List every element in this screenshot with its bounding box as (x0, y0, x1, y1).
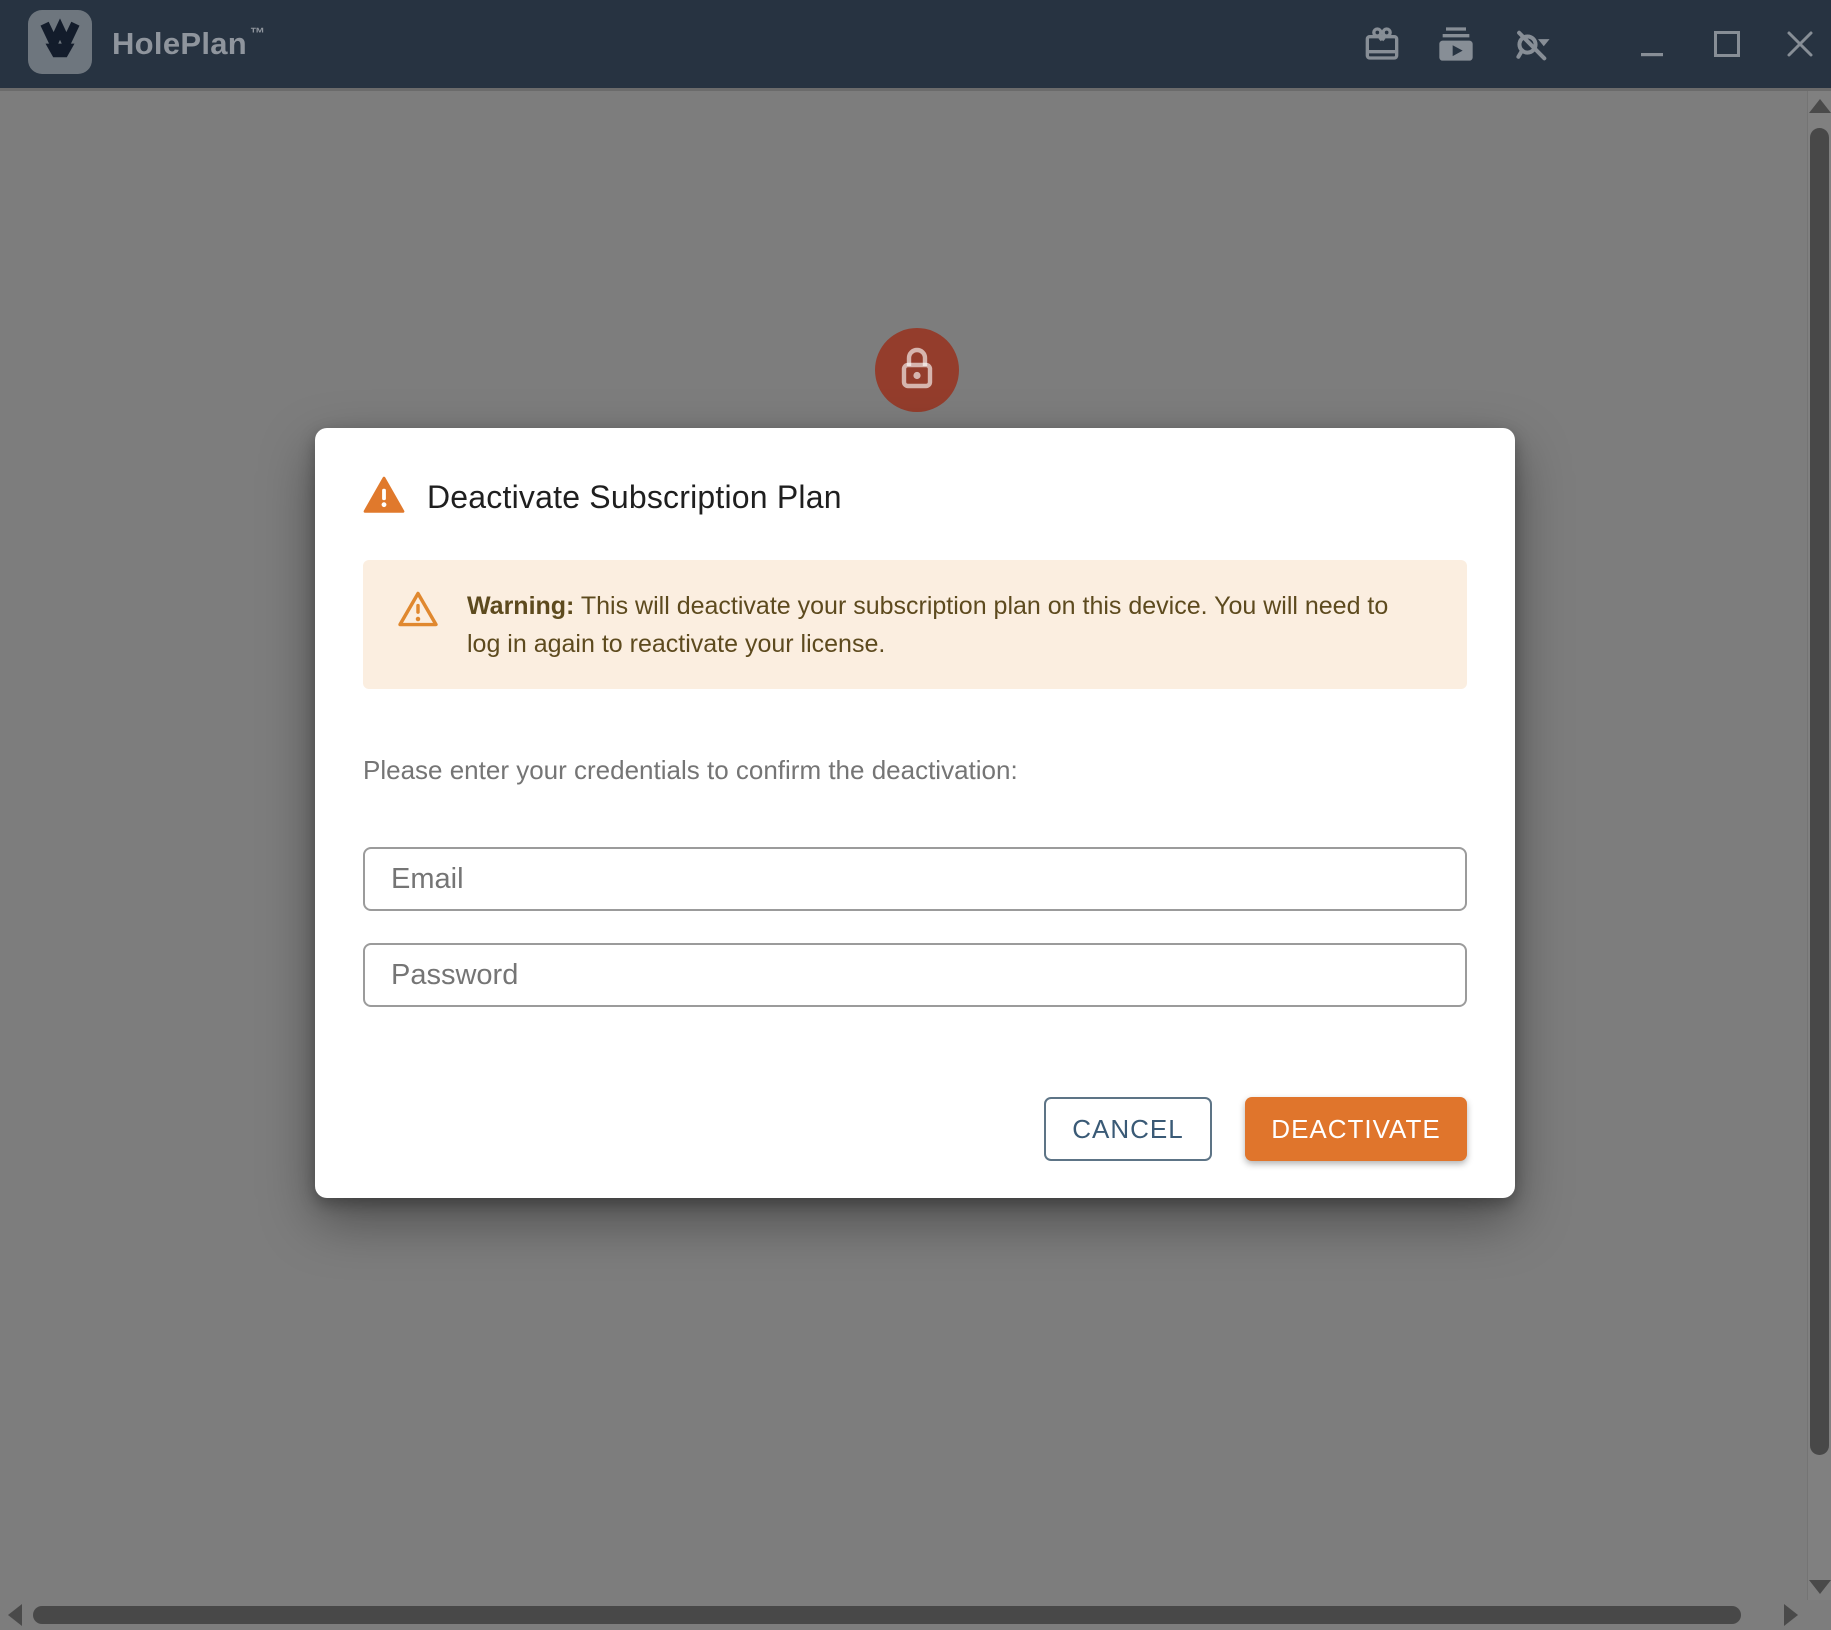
dialog-title-row: Deactivate Subscription Plan (363, 472, 1467, 522)
maximize-icon (1712, 29, 1742, 59)
v-scroll-thumb[interactable] (1810, 128, 1829, 1455)
warning-triangle-icon (363, 476, 405, 519)
close-icon (1785, 29, 1815, 59)
app-window: HolePlan™ (0, 0, 1831, 1630)
app-title-text: HolePlan (112, 26, 247, 62)
v-scroll-down-arrow[interactable] (1809, 1580, 1831, 1594)
app-logo (28, 10, 92, 74)
warning-bold-label: Warning: (467, 592, 574, 620)
dialog-title: Deactivate Subscription Plan (427, 479, 842, 516)
h-scroll-left-arrow[interactable] (8, 1604, 22, 1626)
v-scroll-up-arrow[interactable] (1809, 99, 1831, 113)
gift-icon[interactable] (1354, 0, 1410, 88)
minimize-button[interactable] (1624, 0, 1680, 88)
subscriptions-icon[interactable] (1428, 0, 1484, 88)
horizontal-scrollbar (0, 1600, 1807, 1630)
close-button[interactable] (1772, 0, 1828, 88)
warning-banner: Warning: This will deactivate your subsc… (363, 560, 1467, 689)
titlebar: HolePlan™ (0, 0, 1831, 88)
cancel-button[interactable]: CANCEL (1044, 1097, 1212, 1161)
warning-body-text: This will deactivate your subscription p… (467, 592, 1388, 658)
password-input[interactable] (363, 943, 1467, 1007)
maximize-button[interactable] (1699, 0, 1755, 88)
lock-icon (896, 345, 938, 396)
vertical-scrollbar (1807, 91, 1831, 1600)
app-title: HolePlan™ (112, 0, 265, 88)
email-input[interactable] (363, 847, 1467, 911)
instruction-text: Please enter your credentials to confirm… (363, 755, 1467, 785)
lock-badge (875, 328, 959, 412)
minimize-icon (1637, 29, 1667, 59)
h-scroll-thumb[interactable] (33, 1606, 1741, 1624)
warning-outline-icon (397, 590, 439, 633)
logo-mark-icon (31, 11, 89, 74)
deactivate-button[interactable]: DEACTIVATE (1245, 1097, 1467, 1161)
deactivate-dialog: Deactivate Subscription Plan Warning: Th… (315, 428, 1515, 1198)
h-scroll-right-arrow[interactable] (1784, 1604, 1798, 1626)
trademark: ™ (250, 25, 265, 42)
pen-off-icon[interactable] (1503, 0, 1559, 88)
warning-text: Warning: This will deactivate your subsc… (467, 587, 1421, 663)
dialog-button-row: CANCEL DEACTIVATE (363, 1097, 1467, 1161)
